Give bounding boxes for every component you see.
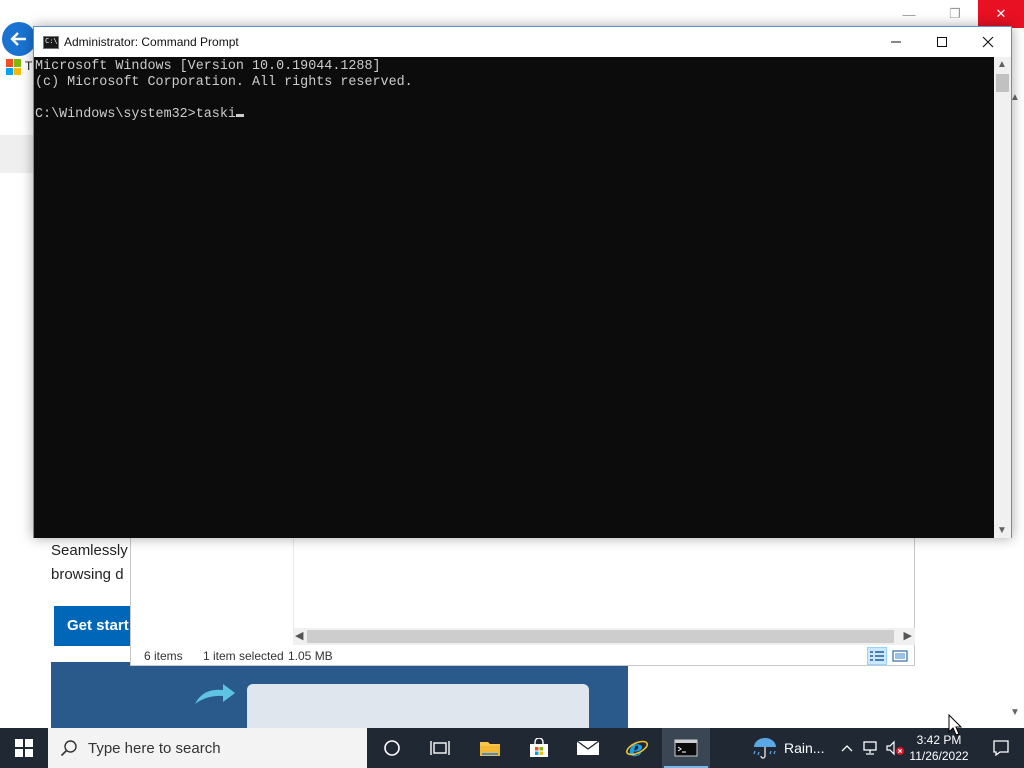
console-output[interactable]: Microsoft Windows [Version 10.0.19044.12… (34, 57, 996, 538)
browser-body-text-line2: browsing d (51, 566, 124, 583)
network-icon[interactable] (860, 728, 882, 768)
mouse-pointer-icon (948, 714, 962, 736)
explorer-status-bar: 6 items 1 item selected 1.05 MB (131, 645, 914, 666)
cmd-maximize-button[interactable] (919, 27, 965, 57)
browser-window-controls: — ❐ ✕ (886, 0, 1024, 28)
store-icon[interactable] (515, 728, 563, 768)
get-started-button[interactable]: Get start (54, 606, 134, 646)
clock-date: 11/26/2022 (909, 749, 969, 763)
hero-illustration (51, 662, 628, 728)
close-icon (982, 36, 994, 48)
browser-tab-title-partial: T (25, 59, 33, 73)
volume-muted-icon[interactable] (884, 728, 906, 768)
scroll-right-arrow-icon[interactable]: ▶ (904, 629, 912, 642)
task-view-icon[interactable] (416, 728, 464, 768)
action-center-icon[interactable] (986, 728, 1016, 768)
scroll-left-arrow-icon[interactable]: ◀ (295, 629, 303, 642)
horizontal-scrollbar[interactable]: ◀ ▶ (293, 628, 915, 645)
cmd-vertical-scrollbar[interactable]: ▲ ▼ (994, 57, 1011, 538)
cmd-minimize-button[interactable] (873, 27, 919, 57)
horizontal-scroll-thumb[interactable] (307, 630, 894, 643)
curved-arrow-icon (195, 684, 235, 704)
console-input-text[interactable]: C:\Windows\system32>taski (35, 107, 236, 122)
selection-size: 1.05 MB (288, 649, 333, 663)
taskbar-search-box[interactable]: Type here to search (48, 728, 367, 768)
cmd-window-title: Administrator: Command Prompt (64, 35, 239, 49)
cortana-icon[interactable] (368, 728, 416, 768)
search-placeholder: Type here to search (88, 739, 221, 757)
maximize-icon (937, 37, 947, 47)
browser-sidebar-strip (0, 135, 34, 173)
browser-body-text-line1: Seamlessly (51, 542, 128, 559)
item-count: 6 items (144, 649, 183, 663)
show-hidden-icons-chevron-icon[interactable] (838, 728, 856, 768)
start-button[interactable] (0, 728, 48, 768)
microsoft-logo-icon (6, 59, 22, 75)
scroll-up-arrow-icon[interactable]: ▲ (997, 59, 1007, 70)
large-icons-view-icon[interactable] (890, 647, 910, 665)
weather-widget[interactable]: Rain... (752, 728, 824, 768)
scroll-down-arrow-icon[interactable]: ▼ (1010, 707, 1020, 718)
selection-status: 1 item selected (203, 649, 284, 663)
cmd-title-bar[interactable]: Administrator: Command Prompt (34, 27, 1011, 57)
umbrella-rain-icon (753, 738, 776, 759)
mail-icon[interactable] (564, 728, 612, 768)
minimize-icon (891, 41, 901, 43)
console-line: Microsoft Windows [Version 10.0.19044.12… (35, 59, 381, 74)
command-prompt-icon (43, 36, 59, 49)
scroll-down-arrow-icon[interactable]: ▼ (997, 525, 1007, 536)
windows-logo-icon (15, 739, 33, 757)
nav-pane-divider[interactable] (293, 538, 294, 628)
cmd-close-button[interactable] (965, 27, 1011, 57)
command-prompt-icon[interactable] (662, 728, 710, 768)
cmd-scroll-thumb[interactable] (996, 74, 1009, 92)
file-explorer-window: ◀ ▶ 6 items 1 item selected 1.05 MB (130, 537, 915, 666)
clock-time: 3:42 PM (916, 733, 962, 747)
taskbar: Type here to search e Rain... 3:42 PM 11… (0, 728, 1024, 768)
file-explorer-icon[interactable] (466, 728, 514, 768)
back-arrow-icon[interactable] (2, 22, 36, 56)
command-prompt-window: Administrator: Command Prompt Microsoft … (33, 26, 1012, 538)
weather-text: Rain... (784, 740, 825, 756)
console-prompt-line[interactable]: C:\Windows\system32>taski (35, 107, 996, 123)
browser-close-button[interactable]: ✕ (978, 0, 1024, 28)
illustration-window-panel (247, 684, 589, 728)
svg-text:e: e (629, 736, 643, 760)
search-icon (60, 740, 77, 757)
details-view-icon[interactable] (867, 647, 887, 665)
text-cursor (235, 114, 244, 117)
console-line: (c) Microsoft Corporation. All rights re… (35, 75, 413, 90)
browser-minimize-button[interactable]: — (886, 0, 932, 28)
browser-restore-button[interactable]: ❐ (932, 0, 978, 28)
internet-explorer-icon[interactable]: e (613, 728, 661, 768)
system-clock[interactable]: 3:42 PM 11/26/2022 (906, 732, 972, 764)
